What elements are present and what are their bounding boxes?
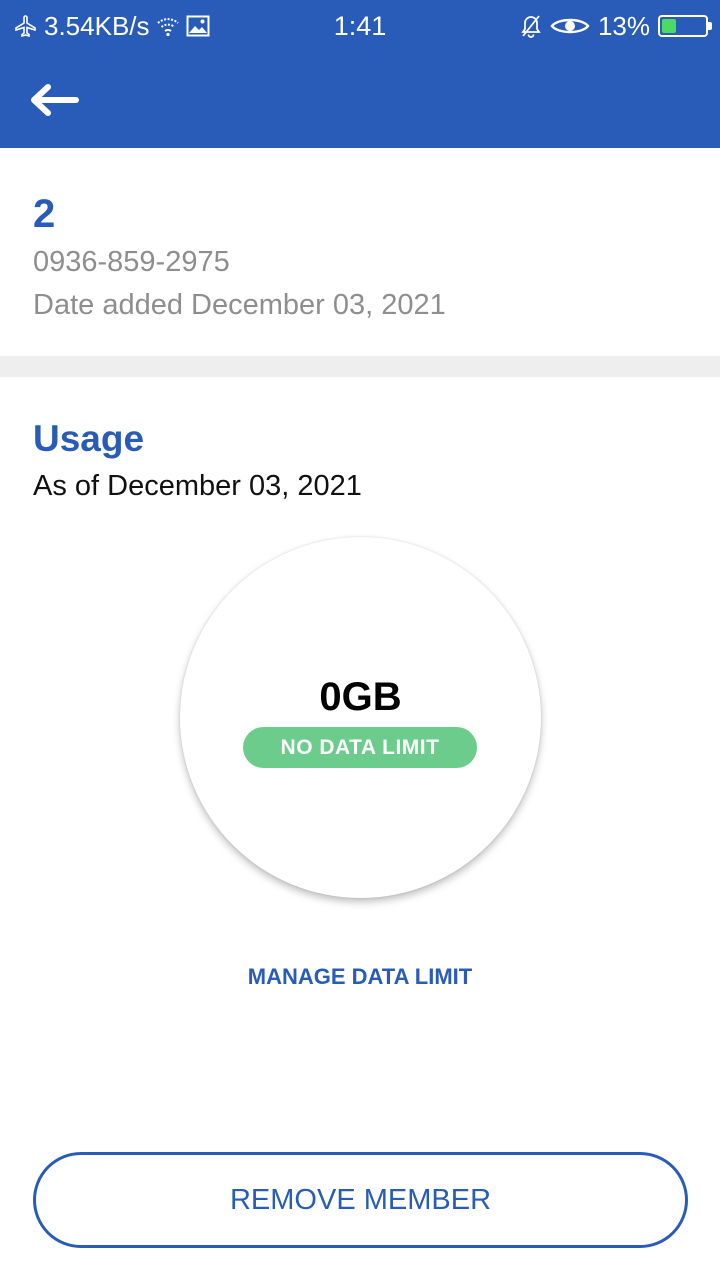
manage-data-limit-link[interactable]: MANAGE DATA LIMIT (0, 962, 720, 992)
member-phone: 0936-859-2975 (33, 246, 230, 278)
member-info: 2 0936-859-2975 Date added December 03, … (0, 148, 720, 356)
usage-gauge: 0GB NO DATA LIMIT (180, 537, 541, 898)
header: 3.54KB/s 1:41 13% (0, 0, 720, 148)
back-button[interactable] (22, 74, 86, 126)
mute-icon (520, 14, 542, 38)
app-bar (0, 52, 720, 148)
data-limit-badge: NO DATA LIMIT (243, 727, 477, 768)
status-bar: 3.54KB/s 1:41 13% (0, 0, 720, 52)
battery-fill (662, 19, 676, 33)
screen: 3.54KB/s 1:41 13% 2 0936-859-2975 Date a… (0, 0, 720, 1280)
section-divider (0, 356, 720, 377)
eye-icon (550, 15, 590, 37)
member-date-added: Date added December 03, 2021 (33, 289, 446, 321)
battery-icon (658, 15, 712, 37)
remove-member-button[interactable]: REMOVE MEMBER (33, 1152, 688, 1248)
status-right: 13% (520, 10, 712, 42)
member-name: 2 (33, 192, 56, 236)
battery-percent: 13% (597, 10, 650, 41)
usage-as-of: As of December 03, 2021 (33, 470, 362, 502)
usage-title: Usage (33, 418, 145, 459)
usage-value: 0GB (319, 675, 402, 719)
back-arrow-icon (28, 82, 80, 118)
